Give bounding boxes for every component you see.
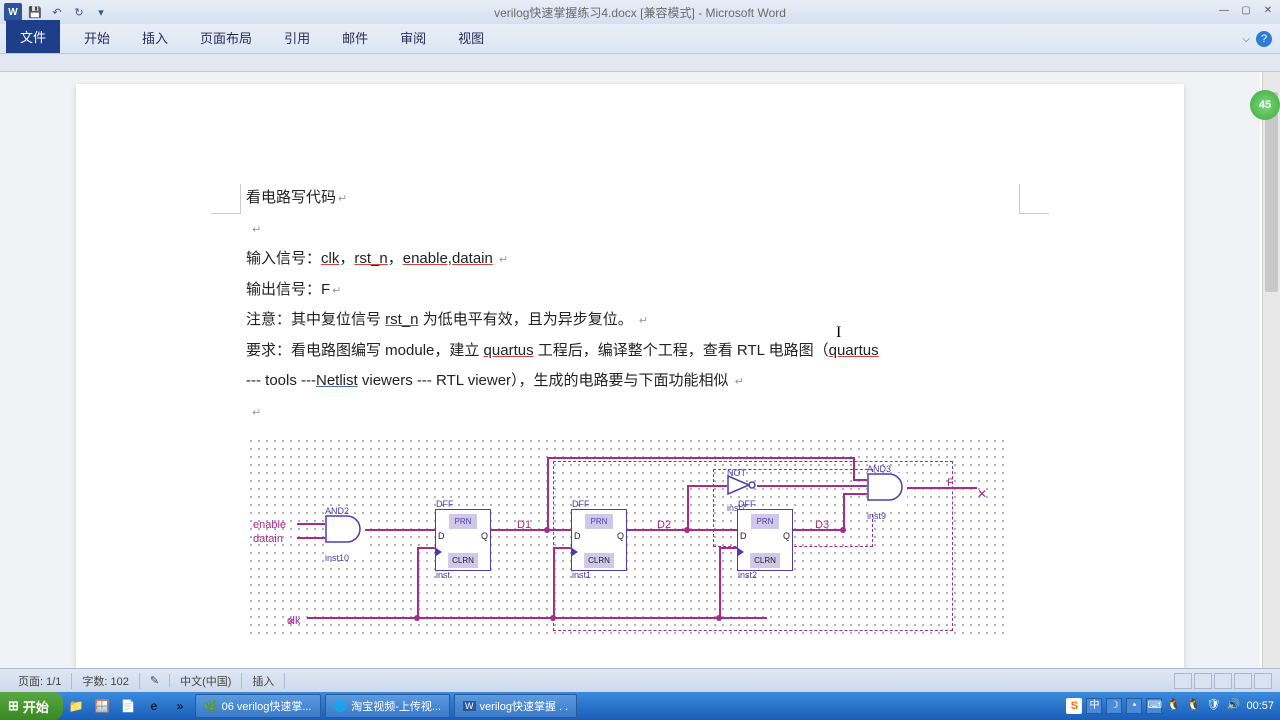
status-proofing-icon[interactable]: ✎ bbox=[140, 674, 170, 687]
sig-rstn: rst_n bbox=[354, 250, 387, 267]
dff-1: PRN D Q CLRN inst bbox=[435, 509, 491, 571]
and3-gate: AND3 inst9 bbox=[867, 473, 907, 512]
document-area[interactable]: I 看电路写代码 输入信号：clk，rst_n，enable,datain 输出… bbox=[0, 72, 1260, 668]
label-d1: D1 bbox=[517, 515, 531, 536]
tray-shield-icon[interactable]: 🛡 bbox=[1206, 698, 1222, 714]
output-signals-line[interactable]: 输出信号：F bbox=[246, 276, 1014, 305]
task-item-2[interactable]: 🌐淘宝视频-上传视... bbox=[325, 694, 451, 718]
system-tray: S 中 ☽ • ⌨ 🐧 🐧 🛡 🔊 00:57 bbox=[1066, 698, 1280, 714]
requirement-line-1[interactable]: 要求：看电路图编写 module，建立 quartus 工程后，编译整个工程，查… bbox=[246, 337, 1014, 366]
tab-review[interactable]: 审阅 bbox=[384, 22, 442, 53]
status-bar: 页面: 1/1 字数: 102 ✎ 中文(中国) 插入 bbox=[0, 668, 1280, 692]
ruler bbox=[0, 54, 1280, 72]
status-mode[interactable]: 插入 bbox=[242, 673, 285, 689]
quick-access-toolbar: W 💾 ↶ ↻ ▾ verilog快速掌握练习4.docx [兼容模式] - M… bbox=[0, 0, 1280, 24]
tab-mailings[interactable]: 邮件 bbox=[326, 22, 384, 53]
note-line[interactable]: 注意：其中复位信号 rst_n 为低电平有效，且为异步复位。 bbox=[246, 306, 1014, 335]
undo-icon[interactable]: ↶ bbox=[48, 3, 66, 21]
ql-icon-2[interactable]: 🪟 bbox=[91, 695, 113, 717]
status-language[interactable]: 中文(中国) bbox=[170, 673, 242, 689]
label-input: 输入信号： bbox=[246, 250, 321, 267]
tab-file[interactable]: 文件 bbox=[6, 20, 60, 53]
label-f: F bbox=[947, 473, 954, 494]
start-button[interactable]: ⊞ 开始 bbox=[0, 692, 63, 720]
tab-view[interactable]: 视图 bbox=[442, 22, 500, 53]
dff-2: PRN D Q CLRN inst1 bbox=[571, 509, 627, 571]
restore-button[interactable]: ▢ bbox=[1238, 5, 1254, 19]
status-words[interactable]: 字数: 102 bbox=[72, 673, 139, 689]
view-fullscreen-icon[interactable] bbox=[1194, 673, 1212, 689]
close-button[interactable]: ✕ bbox=[1260, 5, 1276, 19]
ime-zhong-icon[interactable]: 中 bbox=[1086, 698, 1102, 714]
tray-qq-icon-2[interactable]: 🐧 bbox=[1186, 698, 1202, 714]
tab-home[interactable]: 开始 bbox=[68, 22, 126, 53]
blank-line[interactable] bbox=[246, 215, 1014, 244]
ql-icon-3[interactable]: 📄 bbox=[117, 695, 139, 717]
word-app-icon: W bbox=[4, 3, 22, 21]
vertical-scrollbar[interactable] bbox=[1262, 72, 1280, 668]
label-d3: D3 bbox=[815, 515, 829, 536]
tab-insert[interactable]: 插入 bbox=[126, 22, 184, 53]
ribbon-tabs: 文件 开始 插入 页面布局 引用 邮件 审阅 视图 ⌵ ? bbox=[0, 24, 1280, 54]
scroll-thumb[interactable] bbox=[1265, 92, 1278, 292]
help-icon[interactable]: ? bbox=[1256, 31, 1272, 47]
view-print-layout-icon[interactable] bbox=[1174, 673, 1192, 689]
tray-clock[interactable]: 00:57 bbox=[1246, 700, 1274, 712]
ime-punct-icon[interactable]: • bbox=[1126, 698, 1142, 714]
label-datain: datain bbox=[253, 529, 283, 550]
tab-layout[interactable]: 页面布局 bbox=[184, 22, 268, 53]
and2-gate: AND2 inst10 bbox=[325, 515, 365, 554]
label-d2: D2 bbox=[657, 515, 671, 536]
view-draft-icon[interactable] bbox=[1254, 673, 1272, 689]
heading-line[interactable]: 看电路写代码 bbox=[246, 184, 1014, 213]
dff-3: PRN D Q CLRN inst2 bbox=[737, 509, 793, 571]
blank-line-2[interactable] bbox=[246, 398, 1014, 427]
document-content[interactable]: 看电路写代码 输入信号：clk，rst_n，enable,datain 输出信号… bbox=[246, 184, 1014, 636]
window-title: verilog快速掌握练习4.docx [兼容模式] - Microsoft W… bbox=[494, 4, 786, 21]
tray-volume-icon[interactable]: 🔊 bbox=[1226, 698, 1242, 714]
crop-mark-tr bbox=[1019, 184, 1049, 214]
ime-keyboard-icon[interactable]: ⌨ bbox=[1146, 698, 1162, 714]
clk-x-icon: ✕ bbox=[287, 613, 295, 632]
save-icon[interactable]: 💾 bbox=[26, 3, 44, 21]
taskbar: ⊞ 开始 📁 🪟 📄 e » 🌿06 verilog快速掌... 🌐淘宝视频-上… bbox=[0, 692, 1280, 720]
tray-qq-icon[interactable]: 🐧 bbox=[1166, 698, 1182, 714]
tab-references[interactable]: 引用 bbox=[268, 22, 326, 53]
page[interactable]: I 看电路写代码 输入信号：clk，rst_n，enable,datain 输出… bbox=[76, 84, 1184, 668]
task-item-3[interactable]: Wverilog快速掌握 . . bbox=[454, 694, 577, 718]
qat-dropdown-icon[interactable]: ▾ bbox=[92, 3, 110, 21]
minimize-button[interactable]: — bbox=[1216, 5, 1232, 19]
status-page[interactable]: 页面: 1/1 bbox=[8, 673, 72, 689]
redo-icon[interactable]: ↻ bbox=[70, 3, 88, 21]
sogou-ime-icon[interactable]: S bbox=[1066, 698, 1082, 714]
ql-icon-1[interactable]: 📁 bbox=[65, 695, 87, 717]
task-item-1[interactable]: 🌿06 verilog快速掌... bbox=[195, 694, 321, 718]
ribbon-expand-icon[interactable]: ⌵ bbox=[1242, 34, 1250, 45]
requirement-line-2[interactable]: --- tools ---Netlist viewers --- RTL vie… bbox=[246, 367, 1014, 396]
view-web-icon[interactable] bbox=[1214, 673, 1232, 689]
ql-ie-icon[interactable]: e bbox=[143, 695, 165, 717]
crop-mark-tl bbox=[211, 184, 241, 214]
output-x-icon: ✕ bbox=[977, 483, 987, 506]
circuit-diagram: enable datain clk AND2 inst10 PRN D Q bbox=[246, 436, 1008, 636]
sig-enable-datain: enable,datain bbox=[403, 250, 493, 267]
sig-clk: clk bbox=[321, 250, 339, 267]
ime-moon-icon[interactable]: ☽ bbox=[1106, 698, 1122, 714]
windows-logo-icon: ⊞ bbox=[8, 698, 19, 714]
badge-45: 45 bbox=[1250, 90, 1280, 120]
view-outline-icon[interactable] bbox=[1234, 673, 1252, 689]
text-cursor-icon: I bbox=[836, 324, 841, 342]
input-signals-line[interactable]: 输入信号：clk，rst_n，enable,datain bbox=[246, 245, 1014, 274]
ql-expand-icon[interactable]: » bbox=[169, 695, 191, 717]
